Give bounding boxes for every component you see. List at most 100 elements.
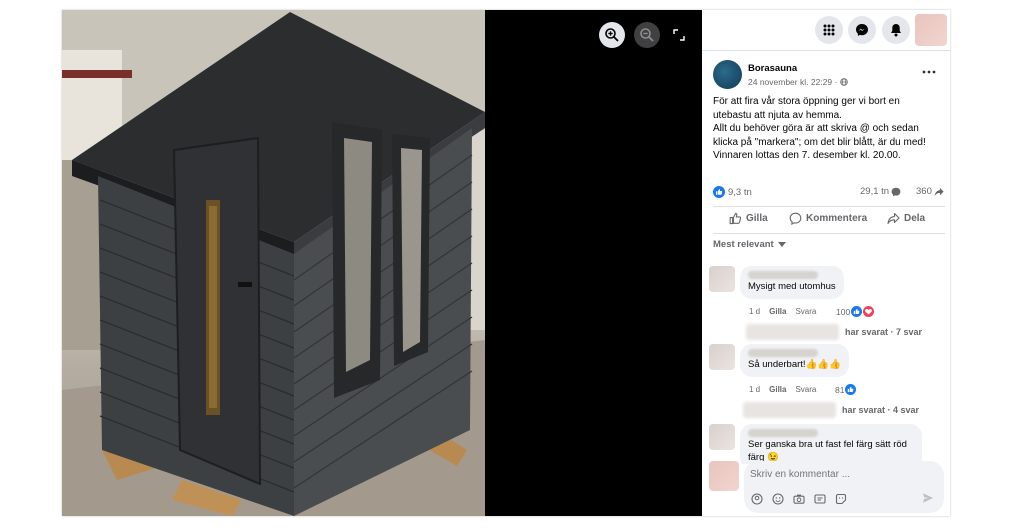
comment-reactions[interactable]: 81	[835, 384, 857, 395]
sauna-illustration	[62, 10, 485, 516]
comment-input[interactable]	[750, 466, 936, 482]
sticker-button[interactable]	[834, 492, 848, 506]
post-text-line: För att fira vår stora öppning ger vi bo…	[713, 96, 900, 107]
send-comment-button[interactable]	[922, 491, 938, 507]
reactions-count-link[interactable]: 9,3 tn	[713, 186, 752, 198]
share-label: Dela	[904, 213, 926, 224]
comment-text: Så underbart!👍👍👍	[748, 359, 842, 370]
comment-text: Mysigt med utomhus	[748, 281, 836, 292]
thumbs-up-icon	[729, 212, 742, 225]
post-viewer: Borasauna 24 november kl. 22:29 · För at…	[62, 10, 950, 516]
share-icon	[887, 212, 900, 225]
comment-meta: 1 d Gilla Svara	[749, 385, 816, 394]
comment-reply-button[interactable]: Svara	[795, 307, 816, 316]
photo-backdrop	[485, 10, 702, 516]
reply-author-redacted	[746, 324, 839, 340]
like-button[interactable]: Gilla	[729, 212, 768, 225]
notifications-button[interactable]	[882, 16, 910, 44]
camera-icon	[793, 494, 805, 504]
post-date[interactable]: 24 november kl. 22:29 ·	[748, 77, 837, 87]
globe-icon	[840, 78, 849, 86]
zoom-out-button[interactable]	[634, 22, 660, 48]
comment-reaction-count: 81	[835, 384, 845, 395]
emoji-icon	[772, 493, 784, 505]
page-name[interactable]: Borasauna	[748, 63, 797, 74]
post-actions: Gilla Kommentera Dela	[713, 209, 945, 231]
fullscreen-button[interactable]	[668, 24, 690, 46]
bell-icon	[891, 24, 901, 37]
post-text: För att fira vår stora öppning ger vi bo…	[713, 95, 945, 163]
view-replies-link[interactable]: har svarat · 4 svar	[743, 402, 919, 418]
zoom-in-button[interactable]	[599, 22, 625, 48]
sauna-photo[interactable]	[62, 10, 485, 516]
messenger-icon	[856, 24, 868, 36]
like-reaction-icon	[713, 186, 725, 198]
share-arrow-icon	[934, 187, 944, 196]
send-icon	[923, 493, 933, 503]
comment-bubble: Mysigt med utomhus	[740, 266, 844, 299]
love-reaction-icon	[863, 306, 875, 317]
caret-down-icon	[777, 241, 786, 247]
commenter-name-redacted	[748, 349, 818, 357]
like-label: Gilla	[746, 213, 768, 224]
menu-button[interactable]	[815, 16, 843, 44]
like-reaction-icon	[851, 306, 863, 317]
commenter-avatar[interactable]	[709, 424, 735, 450]
comment-reply-button[interactable]: Svara	[795, 385, 816, 394]
comment-text: Ser ganska bra ut fast fel färg sätt röd…	[748, 439, 907, 463]
page-avatar[interactable]	[713, 60, 742, 89]
sticker-icon	[835, 493, 847, 505]
shares-count: 360	[916, 186, 932, 197]
more-options-button[interactable]	[922, 65, 940, 79]
comment-time[interactable]: 1 d	[749, 307, 760, 316]
comment-label: Kommentera	[806, 213, 868, 224]
replies-label: har svarat · 4 svar	[842, 405, 920, 415]
comment-reaction-count: 100	[836, 306, 851, 317]
post-text-line: utebastu att njuta av hemma.	[713, 109, 842, 121]
comment-composer	[744, 461, 944, 513]
view-replies-link[interactable]: har svarat · 7 svar	[746, 324, 922, 340]
post-text-line: Vinnaren lottas den 7. desember kl. 20.0…	[713, 150, 901, 161]
composer-tools	[750, 492, 848, 506]
comment-bubble-icon	[891, 187, 901, 196]
comment-bubble: Ser ganska bra ut fast fel färg sätt röd…	[740, 424, 922, 464]
gif-button[interactable]	[813, 492, 827, 506]
comment-reactions[interactable]: 100	[836, 306, 875, 317]
reply-author-redacted	[743, 402, 836, 418]
zoom-out-icon	[640, 28, 654, 42]
zoom-in-icon	[605, 28, 619, 42]
avatar-sticker-icon	[751, 493, 763, 505]
my-avatar[interactable]	[709, 461, 739, 491]
post-text-line: Allt du behöver göra är att skriva @ och…	[713, 123, 919, 134]
comment-time[interactable]: 1 d	[749, 385, 760, 394]
commenter-avatar[interactable]	[709, 266, 735, 292]
emoji-button[interactable]	[771, 492, 785, 506]
grid-menu-icon	[823, 24, 835, 36]
comments-list: Mysigt med utomhus 1 d Gilla Svara 100 h…	[702, 254, 950, 464]
divider	[702, 50, 950, 51]
divider	[713, 233, 945, 234]
share-button[interactable]: Dela	[887, 212, 925, 225]
commenter-avatar[interactable]	[709, 344, 735, 370]
comments-count-link[interactable]: 29,1 tn	[860, 186, 901, 197]
top-bar	[702, 10, 950, 54]
gif-icon	[814, 494, 826, 504]
like-reaction-icon	[845, 384, 857, 395]
post-sidebar: Borasauna 24 november kl. 22:29 · För at…	[702, 10, 950, 516]
profile-avatar[interactable]	[915, 14, 947, 46]
shares-count-link[interactable]: 360	[916, 186, 944, 197]
messenger-button[interactable]	[848, 16, 876, 44]
camera-button[interactable]	[792, 492, 806, 506]
sort-label: Mest relevant	[713, 239, 774, 250]
avatar-sticker-button[interactable]	[750, 492, 764, 506]
comment-like-button[interactable]: Gilla	[769, 307, 786, 316]
fullscreen-icon	[673, 29, 685, 41]
comment-meta: 1 d Gilla Svara	[749, 307, 816, 316]
comment-button[interactable]: Kommentera	[789, 212, 867, 225]
commenter-name-redacted	[748, 271, 818, 279]
reactions-summary: 9,3 tn 29,1 tn 360	[713, 186, 945, 202]
comments-count: 29,1 tn	[860, 186, 890, 197]
divider	[713, 206, 945, 207]
comment-sort-dropdown[interactable]: Mest relevant	[713, 239, 786, 250]
comment-like-button[interactable]: Gilla	[769, 385, 786, 394]
